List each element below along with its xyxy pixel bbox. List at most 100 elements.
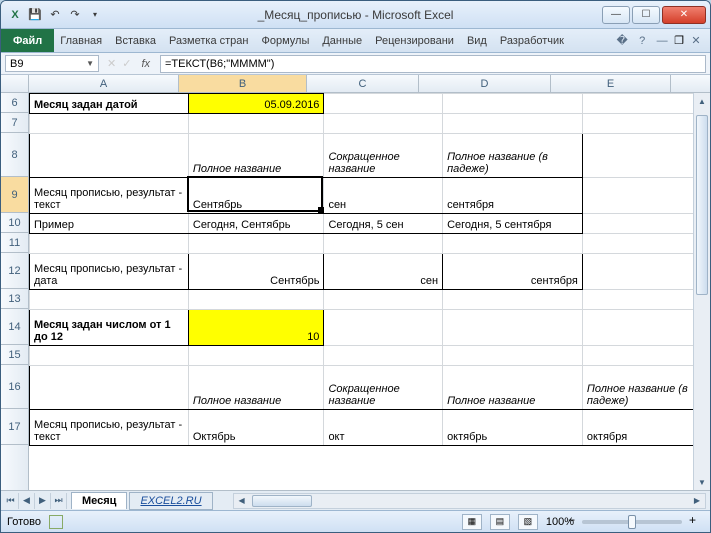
cell-e16[interactable]: Полное название (в падеже) xyxy=(582,366,709,410)
cell-b16[interactable]: Полное название xyxy=(188,366,324,410)
cell-c17[interactable]: окт xyxy=(324,410,443,446)
wb-minimize-icon[interactable]: — xyxy=(654,33,670,49)
cell-e12[interactable] xyxy=(582,254,709,290)
wb-restore-icon[interactable]: ❐ xyxy=(674,34,684,47)
cells-area[interactable]: Месяц задан датой 05.09.2016 Полное назв… xyxy=(29,93,710,490)
row-header-13[interactable]: 13 xyxy=(1,289,28,309)
cell-d12[interactable]: сентября xyxy=(443,254,583,290)
sheet-tab-link[interactable]: EXCEL2.RU xyxy=(129,492,212,510)
vscroll-track[interactable] xyxy=(694,109,710,474)
cell-d9[interactable]: сентября xyxy=(443,178,583,214)
cell-d8[interactable]: Полное название (в падеже) xyxy=(443,134,583,178)
col-header-e[interactable]: E xyxy=(551,75,671,92)
name-box-dropdown-icon[interactable]: ▼ xyxy=(86,59,94,68)
sheet-nav-prev-icon[interactable]: ◀ xyxy=(19,493,35,509)
cell-e6[interactable] xyxy=(582,94,709,114)
cell-d11[interactable] xyxy=(443,234,583,254)
cell-c13[interactable] xyxy=(324,290,443,310)
vertical-scrollbar[interactable]: ▲ ▼ xyxy=(693,93,710,490)
vscroll-thumb[interactable] xyxy=(696,115,708,295)
cell-a9[interactable]: Месяц прописью, результат - текст xyxy=(30,178,189,214)
normal-view-icon[interactable]: ▦ xyxy=(462,514,482,530)
cell-a10[interactable]: Пример xyxy=(30,214,189,234)
cell-d6[interactable] xyxy=(443,94,583,114)
row-header-6[interactable]: 6 xyxy=(1,93,28,113)
cell-b14[interactable]: 10 xyxy=(188,310,324,346)
cell-e14[interactable] xyxy=(582,310,709,346)
cell-a6[interactable]: Месяц задан датой xyxy=(30,94,189,114)
save-icon[interactable]: 💾 xyxy=(27,7,43,23)
close-button[interactable]: ✕ xyxy=(662,6,706,24)
tab-home[interactable]: Главная xyxy=(54,29,109,52)
scroll-right-icon[interactable]: ▶ xyxy=(689,496,705,505)
cell-b7[interactable] xyxy=(188,114,324,134)
formula-input[interactable]: =ТЕКСТ(B6;"ММММ") xyxy=(160,55,706,73)
cell-e10[interactable] xyxy=(582,214,709,234)
minimize-ribbon-icon[interactable]: � xyxy=(614,33,630,49)
cell-d17[interactable]: октябрь xyxy=(443,410,583,446)
help-icon[interactable]: ? xyxy=(634,33,650,49)
col-header-a[interactable]: A xyxy=(29,75,179,92)
qat-dropdown-icon[interactable]: ▾ xyxy=(87,7,103,23)
cell-d16[interactable]: Полное название xyxy=(443,366,583,410)
zoom-slider[interactable] xyxy=(582,520,682,524)
zoom-slider-thumb[interactable] xyxy=(628,515,636,529)
row-header-9[interactable]: 9 xyxy=(1,177,28,213)
cell-e8[interactable] xyxy=(582,134,709,178)
row-header-15[interactable]: 15 xyxy=(1,345,28,365)
cell-b9[interactable]: Сентябрь xyxy=(188,178,324,214)
row-header-11[interactable]: 11 xyxy=(1,233,28,253)
maximize-button[interactable]: ☐ xyxy=(632,6,660,24)
undo-icon[interactable]: ↶ xyxy=(47,7,63,23)
cell-b8[interactable]: Полное название xyxy=(188,134,324,178)
cell-c15[interactable] xyxy=(324,346,443,366)
cell-e7[interactable] xyxy=(582,114,709,134)
sheet-nav-next-icon[interactable]: ▶ xyxy=(35,493,51,509)
cell-c10[interactable]: Сегодня, 5 сен xyxy=(324,214,443,234)
minimize-button[interactable]: — xyxy=(602,6,630,24)
hscroll-thumb[interactable] xyxy=(252,495,312,507)
sheet-nav-first-icon[interactable]: ⏮ xyxy=(3,493,19,509)
cell-b12[interactable]: Сентябрь xyxy=(188,254,324,290)
row-header-10[interactable]: 10 xyxy=(1,213,28,233)
cell-a12[interactable]: Месяц прописью, результат - дата xyxy=(30,254,189,290)
cell-d13[interactable] xyxy=(443,290,583,310)
page-break-view-icon[interactable]: ▧ xyxy=(518,514,538,530)
cell-e9[interactable] xyxy=(582,178,709,214)
cell-d7[interactable] xyxy=(443,114,583,134)
cell-c11[interactable] xyxy=(324,234,443,254)
cell-c6[interactable] xyxy=(324,94,443,114)
page-layout-view-icon[interactable]: ▤ xyxy=(490,514,510,530)
row-header-8[interactable]: 8 xyxy=(1,133,28,177)
cell-c12[interactable]: сен xyxy=(324,254,443,290)
select-all-corner[interactable] xyxy=(1,75,29,92)
cell-a15[interactable] xyxy=(30,346,189,366)
wb-close-icon[interactable]: ✕ xyxy=(688,33,704,49)
row-header-12[interactable]: 12 xyxy=(1,253,28,289)
tab-developer[interactable]: Разработчик xyxy=(494,29,571,52)
scroll-left-icon[interactable]: ◀ xyxy=(234,496,250,505)
cell-a8[interactable] xyxy=(30,134,189,178)
tab-page-layout[interactable]: Разметка стран xyxy=(163,29,255,52)
cell-c14[interactable] xyxy=(324,310,443,346)
tab-view[interactable]: Вид xyxy=(461,29,494,52)
cell-d10[interactable]: Сегодня, 5 сентября xyxy=(443,214,583,234)
row-header-14[interactable]: 14 xyxy=(1,309,28,345)
cell-d14[interactable] xyxy=(443,310,583,346)
cell-e11[interactable] xyxy=(582,234,709,254)
sheet-tab-active[interactable]: Месяц xyxy=(71,492,127,509)
cell-c7[interactable] xyxy=(324,114,443,134)
row-header-17[interactable]: 17 xyxy=(1,409,28,445)
cell-b13[interactable] xyxy=(188,290,324,310)
scroll-up-icon[interactable]: ▲ xyxy=(694,93,710,109)
tab-review[interactable]: Рецензировани xyxy=(369,29,461,52)
tab-insert[interactable]: Вставка xyxy=(109,29,163,52)
cell-a11[interactable] xyxy=(30,234,189,254)
tab-data[interactable]: Данные xyxy=(316,29,369,52)
col-header-c[interactable]: C xyxy=(307,75,419,92)
cell-d15[interactable] xyxy=(443,346,583,366)
fx-icon[interactable]: fx xyxy=(137,58,154,70)
cell-a17[interactable]: Месяц прописью, результат - текст xyxy=(30,410,189,446)
cell-a13[interactable] xyxy=(30,290,189,310)
cell-a14[interactable]: Месяц задан числом от 1 до 12 xyxy=(30,310,189,346)
